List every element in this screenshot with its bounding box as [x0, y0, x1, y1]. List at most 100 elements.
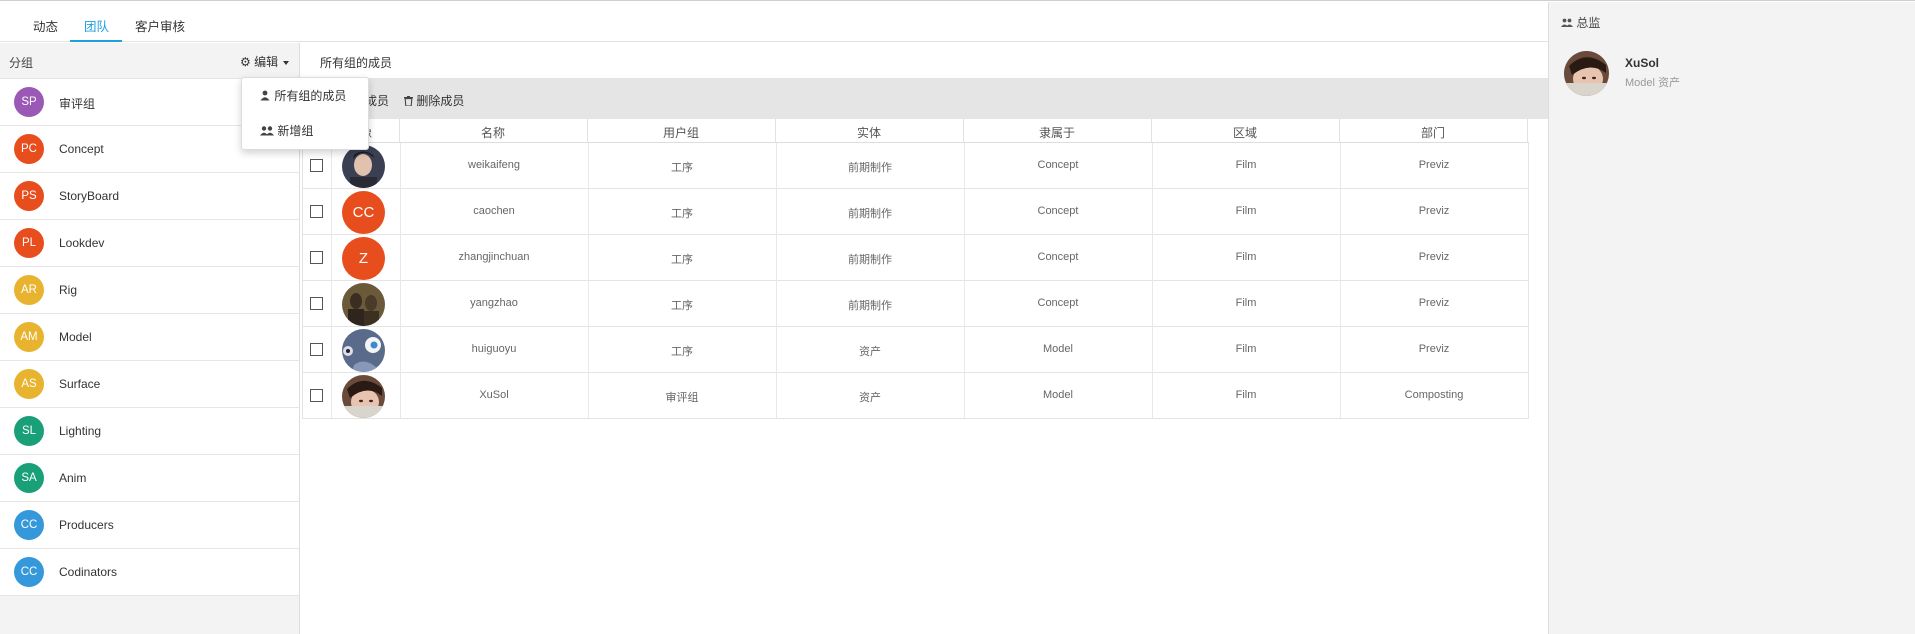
group-avatar: AM: [14, 322, 44, 352]
top-tabs: 动态 团队 客户审核: [0, 2, 1548, 42]
trash-icon: [404, 95, 413, 109]
group-label: Model: [59, 330, 92, 344]
cell-entity: 前期制作: [848, 208, 892, 220]
sidebar-header: 分组 ⚙ 编辑: [0, 43, 299, 79]
cell-name: caochen: [473, 205, 515, 217]
table-row[interactable]: yangzhao 工序 前期制作 Concept Film Previz: [302, 281, 1529, 327]
cell-entity: 资产: [859, 392, 881, 404]
col-department[interactable]: 部门: [1339, 124, 1527, 141]
delete-member-button[interactable]: 删除成员: [404, 92, 464, 109]
dropdown-item-all-members[interactable]: 所有组的成员: [260, 87, 346, 104]
table-row[interactable]: huiguoyu 工序 资产 Model Film Previz: [302, 327, 1529, 373]
cell-group: 审评组: [665, 392, 699, 404]
col-area[interactable]: 区域: [1151, 124, 1339, 141]
cell-name: yangzhao: [470, 297, 518, 309]
cell-dept: Previz: [1418, 159, 1450, 171]
cell-name: zhangjinchuan: [458, 251, 530, 263]
row-checkbox[interactable]: [310, 205, 323, 218]
sidebar-item-group[interactable]: CC Producers: [0, 502, 299, 549]
avatar: [342, 145, 385, 188]
col-entity[interactable]: 实体: [775, 124, 963, 141]
group-avatar: AR: [14, 275, 44, 305]
cell-dept: Previz: [1418, 297, 1450, 309]
group-label: Producers: [59, 518, 114, 532]
col-name[interactable]: 名称: [399, 124, 587, 141]
avatar: CC: [342, 191, 385, 234]
cell-dept: Previz: [1418, 205, 1450, 217]
table-row[interactable]: XuSol 审评组 资产 Model Film Composting: [302, 373, 1529, 419]
right-panel: 总监 XuSol Model 资产: [1548, 2, 1915, 634]
table-row[interactable]: Zzhangjinchuan 工序 前期制作 Concept Film Previz: [302, 235, 1529, 281]
sidebar-item-group[interactable]: AS Surface: [0, 361, 299, 408]
tab-activity[interactable]: 动态: [33, 16, 58, 35]
delete-member-label: 删除成员: [416, 94, 465, 108]
cell-area: Film: [1235, 205, 1257, 217]
table-body: weikaifeng 工序 前期制作 Concept Film Previz CC caoch…: [302, 143, 1529, 419]
group-avatar: AS: [14, 369, 44, 399]
sidebar-title: 分组: [9, 56, 34, 70]
avatar: [342, 329, 385, 372]
cell-group: 工序: [671, 254, 693, 266]
row-checkbox[interactable]: [310, 297, 323, 310]
group-avatar: SA: [14, 463, 44, 493]
member-table: 像 名称 用户组 实体 隶属于 区域 部门 weikaifeng工序前期制作Co…: [302, 119, 1529, 419]
group-label: Surface: [59, 377, 101, 391]
cell-dept: Previz: [1418, 343, 1450, 355]
sidebar-item-group[interactable]: AR Rig: [0, 267, 299, 314]
avatar: Z: [342, 237, 385, 280]
tab-team[interactable]: 团队: [84, 16, 109, 35]
cell-group: 工序: [671, 208, 693, 220]
active-tab-indicator: [70, 40, 122, 42]
group-label: Anim: [59, 471, 87, 485]
content-title: 所有组的成员: [320, 56, 393, 70]
caret-down-icon: [283, 60, 290, 65]
cell-area: Film: [1235, 343, 1257, 355]
group-avatar: CC: [14, 510, 44, 540]
cell-area: Film: [1235, 159, 1257, 171]
sidebar-item-group[interactable]: SA Anim: [0, 455, 299, 502]
cell-name: weikaifeng: [468, 159, 520, 171]
cell-name: huiguoyu: [471, 343, 517, 355]
group-label: Codinators: [59, 565, 118, 579]
cell-entity: 前期制作: [848, 300, 892, 312]
row-checkbox[interactable]: [310, 389, 323, 402]
tab-client-review[interactable]: 客户审核: [135, 16, 185, 35]
dropdown-item-new-group[interactable]: 新增组: [260, 122, 313, 139]
group-avatar: SL: [14, 416, 44, 446]
dropdown-item-new-group-label: 新增组: [277, 124, 314, 138]
col-belongs-to[interactable]: 隶属于: [963, 124, 1151, 141]
col-user-group[interactable]: 用户组: [587, 124, 775, 141]
edit-dropdown-menu: 所有组的成员 新增组: [241, 77, 369, 150]
row-checkbox[interactable]: [310, 343, 323, 356]
cell-belongs: Concept: [1037, 251, 1079, 263]
sidebar-item-group[interactable]: SL Lighting: [0, 408, 299, 455]
cell-dept: Previz: [1418, 251, 1450, 263]
row-checkbox[interactable]: [310, 159, 323, 172]
group-label: 审评组: [59, 97, 96, 111]
table-row[interactable]: CC caochen 工序 前期制作 Concept Film Previz: [302, 189, 1529, 235]
group-avatar: PS: [14, 181, 44, 211]
cell-entity: 资产: [859, 346, 881, 358]
table-row[interactable]: weikaifeng 工序 前期制作 Concept Film Previz: [302, 143, 1529, 189]
cell-belongs: Model: [1043, 343, 1073, 355]
row-checkbox[interactable]: [310, 251, 323, 264]
sidebar-item-group[interactable]: PL Lookdev: [0, 220, 299, 267]
director-subtitle: Model 资产: [1625, 77, 1681, 89]
group-label: Rig: [59, 283, 78, 297]
group-list: SP 审评组 PC Concept PS StoryBoard PL Lookdev AR Rig…: [0, 79, 299, 596]
content-header: 所有组的成员: [300, 43, 1548, 79]
cell-belongs: Concept: [1037, 205, 1079, 217]
edit-button[interactable]: ⚙ 编辑: [240, 53, 290, 70]
sidebar-item-group[interactable]: PS StoryBoard: [0, 173, 299, 220]
group-label: StoryBoard: [59, 189, 120, 203]
cell-group: 工序: [671, 162, 693, 174]
sidebar-item-group[interactable]: CC Codinators: [0, 549, 299, 596]
director-card[interactable]: XuSol Model 资产: [1564, 51, 1864, 97]
avatar: [342, 283, 385, 326]
member-toolbar: 成员 删除成员: [300, 79, 1548, 119]
cell-group: 工序: [671, 300, 693, 312]
cell-belongs: Model: [1043, 389, 1073, 401]
sidebar-item-group[interactable]: AM Model: [0, 314, 299, 361]
group-avatar: CC: [14, 557, 44, 587]
director-title: 总监: [1561, 14, 1600, 31]
